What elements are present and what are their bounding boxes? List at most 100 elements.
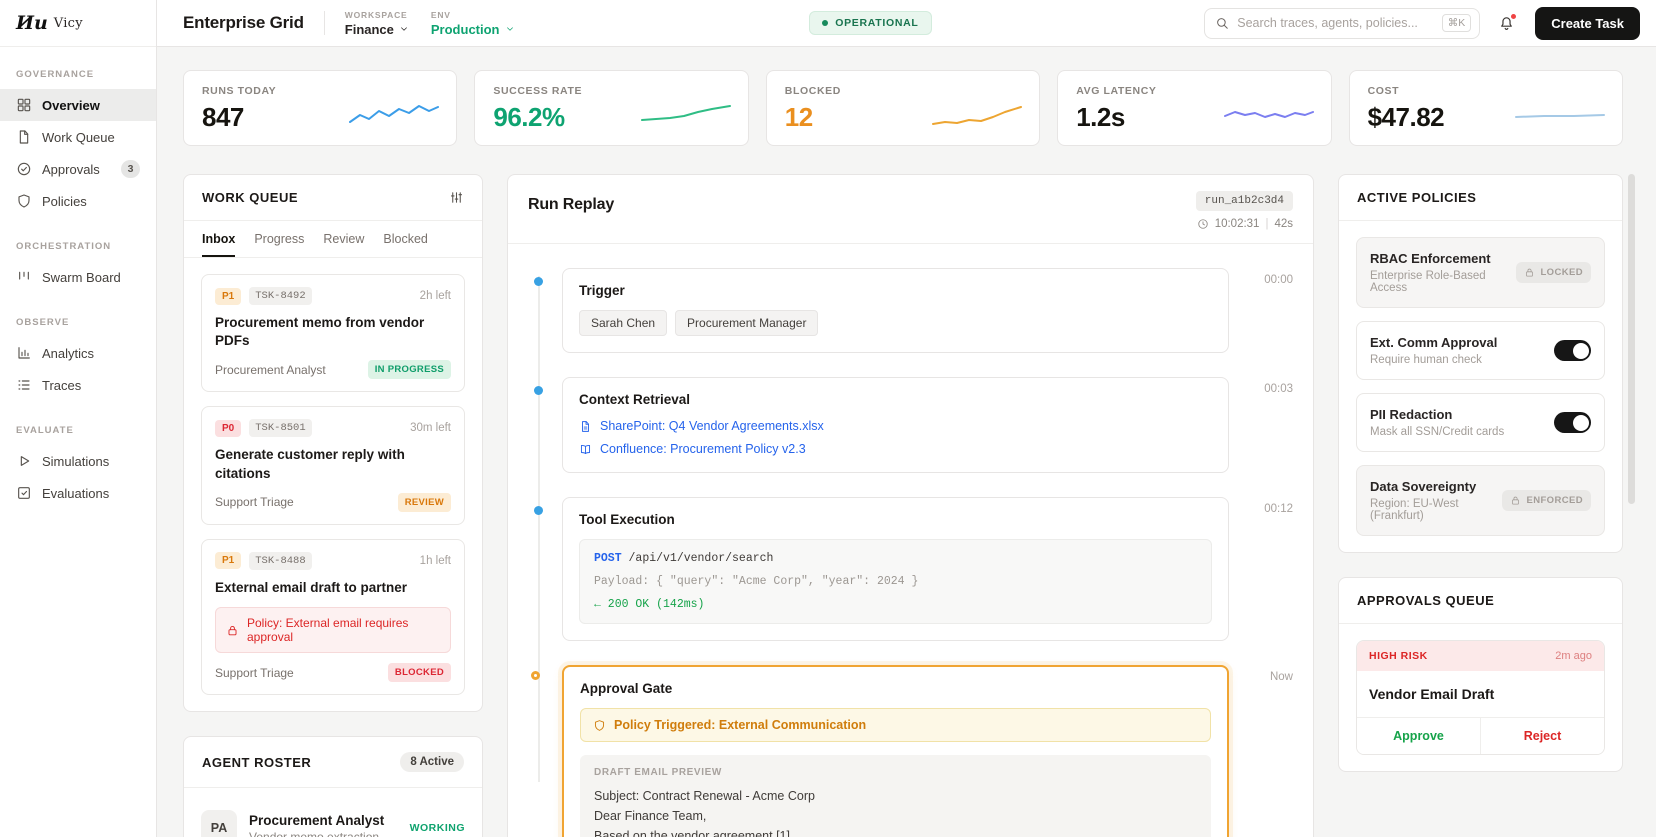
check-circle-icon: [16, 161, 32, 177]
bar-chart-icon: [16, 345, 32, 361]
right-column: ACTIVE POLICIES RBAC Enforcement Enterpr…: [1338, 174, 1623, 772]
task-id: TSK-8488: [249, 551, 312, 570]
approve-button[interactable]: Approve: [1357, 718, 1481, 754]
sidebar-item-work-queue[interactable]: Work Queue: [0, 121, 156, 153]
approval-gate-card[interactable]: Approval Gate Policy Triggered: External…: [562, 665, 1229, 837]
policy-card-rbac: RBAC Enforcement Enterprise Role-Based A…: [1356, 237, 1605, 308]
brand-logo[interactable]: Ии Vicy: [0, 0, 156, 47]
sparkline-chart: [349, 105, 440, 123]
approval-title: Vendor Email Draft: [1369, 686, 1495, 702]
policy-triggered-banner: Policy Triggered: External Communication: [580, 708, 1211, 743]
filter-sliders-icon[interactable]: [449, 190, 464, 205]
tab-blocked[interactable]: Blocked: [383, 221, 427, 257]
env-selector[interactable]: ENV Production: [431, 10, 515, 37]
run-replay-panel: Run Replay run_a1b2c3d4 10:02:31 | 42s 0…: [507, 174, 1314, 837]
sidebar-item-traces[interactable]: Traces: [0, 369, 156, 401]
policy-card-data-sovereignty: Data Sovereignty Region: EU-West (Frankf…: [1356, 465, 1605, 536]
ext-comm-approval-toggle[interactable]: [1554, 340, 1591, 361]
main-content: RUNS TODAY 847 SUCCESS RATE 96.2% BLOCKE…: [157, 47, 1656, 837]
code-block: POST /api/v1/vendor/search Payload: { "q…: [579, 539, 1212, 625]
stat-card-avg-latency[interactable]: AVG LATENCY 1.2s: [1057, 70, 1332, 146]
priority-badge: P0: [215, 419, 242, 437]
step-timestamp: 00:03: [1264, 383, 1293, 395]
email-greeting-line: Dear Finance Team,: [594, 809, 707, 824]
tab-review[interactable]: Review: [323, 221, 364, 257]
approvals-count-badge: 3: [121, 160, 140, 178]
step-title: Context Retrieval: [579, 392, 691, 407]
policy-name: PII Redaction: [1370, 407, 1453, 422]
workspace-selector[interactable]: WORKSPACE Finance: [345, 10, 409, 37]
task-card[interactable]: P1 TSK-8488 1h left External email draft…: [201, 538, 465, 696]
policy-desc: Require human check: [1370, 354, 1482, 366]
agent-status: WORKING: [409, 822, 465, 835]
shield-icon: [593, 719, 606, 732]
stat-card-success-rate[interactable]: SUCCESS RATE 96.2%: [474, 70, 749, 146]
stat-card-cost[interactable]: COST $47.82: [1348, 70, 1623, 146]
task-title: External email draft to partner: [215, 579, 408, 595]
task-card[interactable]: P1 TSK-8492 2h left Procurement memo fro…: [201, 274, 465, 393]
lock-icon: [226, 624, 239, 637]
sparkline-chart: [1223, 111, 1314, 118]
task-card[interactable]: P0 TSK-8501 30m left Generate customer r…: [201, 406, 465, 525]
sidebar-item-evaluations[interactable]: Evaluations: [0, 477, 156, 509]
priority-badge: P1: [215, 287, 242, 305]
status-dot: [822, 20, 829, 26]
search-input[interactable]: [1237, 16, 1434, 30]
task-due: 1h left: [419, 554, 451, 567]
global-search[interactable]: ⌘K: [1204, 7, 1481, 39]
stat-label: COST: [1367, 85, 1400, 97]
sparkline: [1514, 114, 1605, 118]
lock-icon: [1524, 267, 1535, 278]
pii-redaction-toggle[interactable]: [1554, 412, 1591, 433]
chevron-down-icon: [506, 27, 513, 31]
agent-row[interactable]: PA Procurement Analyst Vendor memo extra…: [201, 802, 465, 837]
policy-card-pii: PII Redaction Mask all SSN/Credit cards: [1356, 393, 1605, 452]
sidebar-item-simulations[interactable]: Simulations: [0, 445, 156, 477]
sidebar-item-analytics[interactable]: Analytics: [0, 337, 156, 369]
step-card[interactable]: Trigger Sarah Chen Procurement Manager: [562, 268, 1229, 353]
step-card[interactable]: Context Retrieval SharePoint: Q4 Vendor …: [562, 377, 1229, 473]
stat-card-runs-today[interactable]: RUNS TODAY 847: [183, 70, 458, 146]
task-status-badge: IN PROGRESS: [367, 360, 451, 380]
notifications-button[interactable]: [1498, 12, 1518, 32]
agent-task: Vendor memo extraction: [249, 829, 380, 837]
scrollbar-thumb[interactable]: [1628, 174, 1635, 504]
step-card[interactable]: Tool Execution POST /api/v1/vendor/searc…: [562, 497, 1229, 642]
stat-card-blocked[interactable]: BLOCKED 12: [765, 70, 1041, 146]
task-status-badge: REVIEW: [397, 492, 451, 512]
work-queue-panel: WORK QUEUE Inbox Progress Review Blocked…: [183, 174, 483, 713]
tab-inbox[interactable]: Inbox: [202, 221, 236, 257]
nav-section-observe: OBSERVE: [16, 317, 70, 328]
sidebar-item-approvals[interactable]: Approvals 3: [0, 153, 156, 185]
create-task-button[interactable]: Create Task: [1535, 6, 1640, 40]
step-timestamp: 00:00: [1264, 274, 1293, 286]
source-link-confluence[interactable]: Confluence: Procurement Policy v2.3: [579, 442, 1212, 456]
task-title: Procurement memo from vendor PDFs: [215, 315, 425, 349]
status-badge: OPERATIONAL: [809, 11, 932, 35]
step-timestamp: Now: [1269, 671, 1293, 684]
avatar: PA: [201, 810, 237, 837]
timeline-step-tool-execution: 00:12 Tool Execution POST /api/v1/vendor…: [534, 497, 1293, 642]
agent-roster-panel: AGENT ROSTER 8 Active PA Procurement Ana…: [183, 736, 483, 837]
source-link-label: SharePoint: Q4 Vendor Agreements.xlsx: [600, 419, 824, 433]
stat-label: SUCCESS RATE: [493, 85, 583, 97]
task-list: P1 TSK-8492 2h left Procurement memo fro…: [184, 258, 482, 711]
env-label: ENV: [430, 9, 451, 20]
sidebar-item-overview[interactable]: Overview: [0, 89, 156, 121]
request-payload: Payload: { "query": "Acme Corp", "year":…: [594, 574, 919, 588]
source-link-sharepoint[interactable]: SharePoint: Q4 Vendor Agreements.xlsx: [579, 419, 1212, 433]
run-start-time: 10:02:31: [1214, 218, 1260, 230]
sidebar: Ии Vicy GOVERNANCE Overview Work Queue A…: [0, 0, 157, 837]
nav-section-governance: GOVERNANCE: [16, 69, 95, 80]
policy-triggered-text: Policy Triggered: External Communication: [614, 718, 867, 733]
step-title: Trigger: [579, 283, 625, 298]
approvals-queue-title: APPROVALS QUEUE: [1357, 593, 1495, 608]
check-square-icon: [16, 485, 32, 501]
sidebar-item-policies[interactable]: Policies: [0, 185, 156, 217]
sidebar-item-swarm-board[interactable]: Swarm Board: [0, 261, 156, 293]
tab-progress[interactable]: Progress: [254, 221, 304, 257]
sparkline: [349, 105, 440, 123]
run-timeline: 00:00 Trigger Sarah Chen Procurement Man…: [508, 244, 1313, 837]
enforced-badge: ENFORCED: [1502, 490, 1591, 511]
reject-button[interactable]: Reject: [1481, 718, 1604, 754]
